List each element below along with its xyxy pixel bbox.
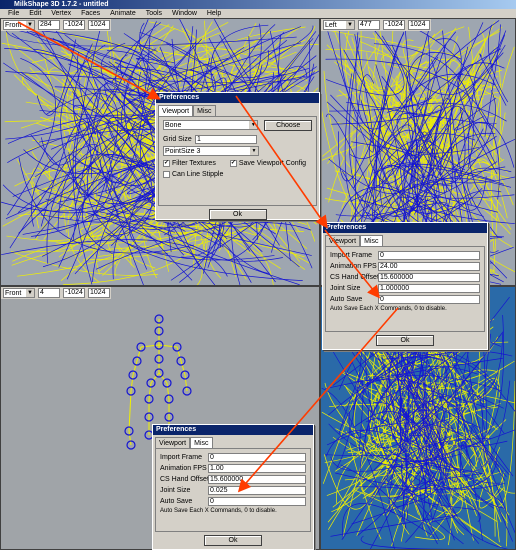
bone-line xyxy=(184,374,188,392)
joint-size-label: Joint Size xyxy=(160,486,191,494)
ok-button[interactable]: Ok xyxy=(376,335,434,346)
filter-textures-checkbox[interactable]: ✓ Filter Textures xyxy=(163,160,216,167)
line-stipple-checkbox[interactable]: Can Line Stipple xyxy=(163,171,223,178)
viewport-field[interactable]: 1024 xyxy=(408,20,430,30)
tab-misc[interactable]: Misc xyxy=(193,105,216,116)
menu-edit[interactable]: Edit xyxy=(29,10,41,17)
app-title-bar: MilkShape 3D 1.7.2 - untitled xyxy=(0,0,516,9)
cs-hand-offset-input[interactable]: 15.600000 xyxy=(208,474,306,484)
animation-fps-input[interactable]: 24.00 xyxy=(378,261,480,271)
viewport-toolbar: Front ▼ 4 -1024 1024 xyxy=(1,287,111,299)
viewport-field[interactable]: 1024 xyxy=(88,20,110,30)
viewport-field[interactable]: 4 xyxy=(38,288,60,298)
cs-hand-offset-label: CS Hand Offset xyxy=(330,273,379,281)
import-frame-label: Import Frame xyxy=(330,251,373,259)
view-select[interactable]: Front ▼ xyxy=(3,20,35,30)
tab-viewport[interactable]: Viewport xyxy=(158,105,194,116)
choose-button[interactable]: Choose xyxy=(264,120,312,131)
dialog-title: Preferences xyxy=(323,223,487,233)
joint-size-label: Joint Size xyxy=(330,284,361,292)
import-frame-input[interactable]: 0 xyxy=(208,452,306,462)
viewport-field[interactable]: -1024 xyxy=(63,288,85,298)
menu-faces[interactable]: Faces xyxy=(81,10,100,17)
preferences-dialog-viewport: Preferences Viewport Misc Bone ▼ Choose G… xyxy=(155,92,320,220)
cs-hand-offset-label: CS Hand Offset xyxy=(160,475,209,483)
save-viewport-config-checkbox[interactable]: ✓ Save Viewport Config xyxy=(229,160,306,167)
viewport-toolbar: Front ▼ 284 -1024 1024 xyxy=(1,19,111,31)
bone-line xyxy=(130,374,134,392)
viewport-field[interactable]: -1024 xyxy=(383,20,405,30)
auto-save-note: Auto Save Each X Commands, 0 to disable. xyxy=(330,306,447,312)
tab-viewport[interactable]: Viewport xyxy=(325,235,361,246)
bone-line xyxy=(158,344,178,348)
menu-help[interactable]: Help xyxy=(207,10,221,17)
preferences-dialog-misc: Preferences Viewport Misc Import Frame 0 … xyxy=(322,222,488,350)
menu-vertex[interactable]: Vertex xyxy=(51,10,71,17)
bone-line xyxy=(148,382,152,400)
view-select[interactable]: Front ▼ xyxy=(3,288,35,298)
wire-line-b xyxy=(321,387,395,549)
import-frame-input[interactable]: 0 xyxy=(378,250,480,260)
viewport-field[interactable]: 477 xyxy=(358,20,380,30)
viewport-toolbar: Left ▼ 477 -1024 1024 xyxy=(321,19,431,31)
dialog-title: Preferences xyxy=(153,425,313,435)
menu-animate[interactable]: Animate xyxy=(110,10,136,17)
bone-line xyxy=(128,390,132,432)
auto-save-note: Auto Save Each X Commands, 0 to disable. xyxy=(160,508,277,514)
preferences-dialog-misc-modified: Preferences Viewport Misc Import Frame 0 … xyxy=(152,424,314,550)
point-size-select[interactable]: PointSize 3 ▼ xyxy=(163,146,259,156)
ok-button[interactable]: Ok xyxy=(208,209,267,220)
viewport-field[interactable]: 284 xyxy=(38,20,60,30)
animation-fps-label: Animation FPS xyxy=(160,464,207,472)
viewport-field[interactable]: -1024 xyxy=(63,20,85,30)
bone-line xyxy=(140,344,160,348)
grid-size-label: Grid Size xyxy=(163,135,192,143)
wire-line-b xyxy=(353,380,364,452)
import-frame-label: Import Frame xyxy=(160,453,203,461)
menu-tools[interactable]: Tools xyxy=(146,10,162,17)
auto-save-label: Auto Save xyxy=(330,295,363,303)
menu-bar: File Edit Vertex Faces Animate Tools Win… xyxy=(0,9,516,18)
grid-size-input[interactable]: 1 xyxy=(195,134,257,144)
ok-button[interactable]: Ok xyxy=(204,535,262,546)
wire-line-b xyxy=(26,27,74,51)
dialog-title: Preferences xyxy=(156,93,319,103)
auto-save-input[interactable]: 0 xyxy=(208,496,306,506)
auto-save-label: Auto Save xyxy=(160,497,193,505)
tab-misc[interactable]: Misc xyxy=(360,235,383,246)
wire-line-b xyxy=(330,515,457,537)
animation-fps-label: Animation FPS xyxy=(330,262,377,270)
joint-size-input[interactable]: 1.000000 xyxy=(378,283,480,293)
bone-line xyxy=(166,382,170,400)
bone-line xyxy=(128,430,132,446)
viewport-field[interactable]: 1024 xyxy=(88,288,110,298)
object-type-select[interactable]: Bone ▼ xyxy=(163,120,259,130)
tab-misc[interactable]: Misc xyxy=(190,437,213,448)
auto-save-input[interactable]: 0 xyxy=(378,294,480,304)
wire-line-b xyxy=(360,535,457,549)
menu-file[interactable]: File xyxy=(8,10,19,17)
wire-line-a xyxy=(495,380,515,507)
animation-fps-input[interactable]: 1.00 xyxy=(208,463,306,473)
tab-viewport[interactable]: Viewport xyxy=(155,437,191,448)
cs-hand-offset-input[interactable]: 15.600000 xyxy=(378,272,480,282)
view-select[interactable]: Left ▼ xyxy=(323,20,355,30)
menu-window[interactable]: Window xyxy=(172,10,197,17)
joint-size-input[interactable]: 0.025 xyxy=(208,485,306,495)
